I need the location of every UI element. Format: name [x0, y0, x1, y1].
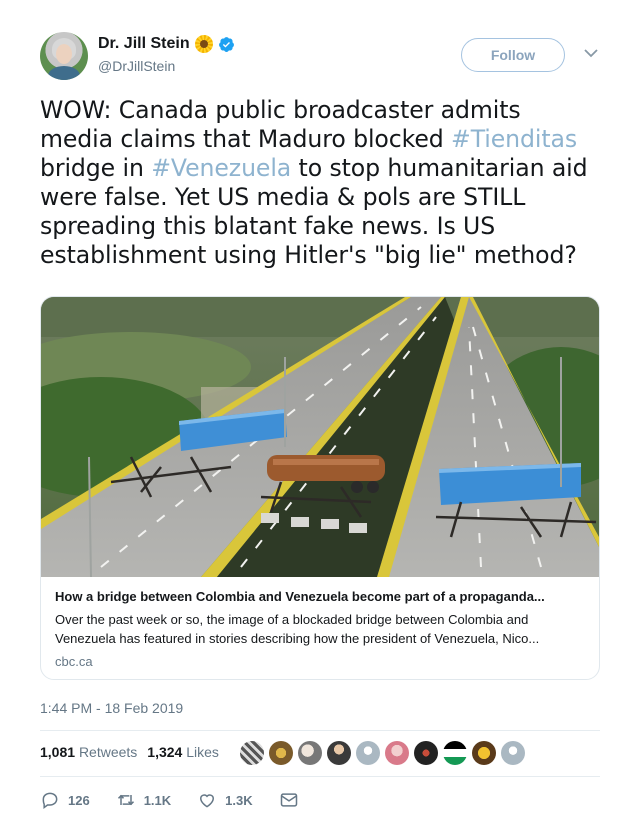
- verified-badge-icon: [218, 36, 234, 52]
- chevron-down-icon[interactable]: [584, 48, 598, 58]
- like-count: 1.3K: [225, 792, 253, 808]
- engagement-stats: 1,081 Retweets 1,324 Likes: [40, 744, 219, 760]
- liker-avatar[interactable]: [269, 741, 293, 765]
- like-action[interactable]: 1.3K: [197, 790, 253, 810]
- author-display-name[interactable]: Dr. Jill Stein: [98, 35, 190, 53]
- likes-count: 1,324: [147, 744, 183, 760]
- card-description: Over the past week or so, the image of a…: [55, 612, 540, 646]
- liker-avatar[interactable]: [472, 741, 496, 765]
- retweets-count: 1,081: [40, 744, 76, 760]
- liker-avatar[interactable]: [443, 741, 467, 765]
- retweet-action[interactable]: 1.1K: [116, 790, 171, 810]
- avatar-body: [48, 66, 80, 80]
- likes-stat[interactable]: 1,324 Likes: [147, 744, 219, 760]
- retweets-label: Retweets: [78, 744, 138, 760]
- liker-avatar[interactable]: [298, 741, 322, 765]
- card-image-bridge-photo[interactable]: [41, 297, 599, 577]
- card-title[interactable]: How a bridge between Colombia and Venezu…: [55, 589, 585, 604]
- tweet-text: WOW: Canada public broadcaster admits me…: [40, 96, 600, 270]
- timestamp[interactable]: 1:44 PM - 18 Feb 2019: [40, 700, 183, 716]
- heart-icon: [200, 794, 215, 808]
- hashtag-link[interactable]: #Venezuela: [151, 154, 291, 182]
- liker-avatar[interactable]: [385, 741, 409, 765]
- card-body: How a bridge between Colombia and Venezu…: [55, 589, 585, 669]
- retweet-icon: [117, 794, 134, 806]
- liker-avatars: [240, 741, 525, 765]
- action-bar: 126 1.1K 1.3K: [40, 790, 325, 810]
- liker-avatar[interactable]: [356, 741, 380, 765]
- direct-message-action[interactable]: [279, 790, 299, 810]
- retweets-stat[interactable]: 1,081 Retweets: [40, 744, 137, 760]
- avatar-face: [56, 44, 72, 64]
- divider: [40, 776, 600, 777]
- liker-avatar[interactable]: [501, 741, 525, 765]
- tweet-text-part: WOW: Canada public broadcaster admits me…: [40, 96, 521, 153]
- liker-avatar[interactable]: [414, 741, 438, 765]
- envelope-icon: [280, 793, 297, 807]
- reply-icon: [42, 792, 58, 809]
- card-domain: cbc.ca: [55, 654, 93, 669]
- hashtag-link[interactable]: #Tienditas: [451, 125, 577, 153]
- link-card[interactable]: How a bridge between Colombia and Venezu…: [40, 296, 600, 680]
- author-display-name-row[interactable]: Dr. Jill Stein: [98, 34, 235, 54]
- reply-action[interactable]: 126: [40, 790, 90, 810]
- tweet: Dr. Jill Stein @DrJillStein Follow WOW: …: [0, 0, 629, 832]
- avatar[interactable]: [40, 32, 88, 80]
- sunflower-icon: [194, 34, 214, 54]
- reply-count: 126: [68, 792, 90, 808]
- retweet-count: 1.1K: [143, 792, 172, 808]
- likes-label: Likes: [186, 744, 219, 760]
- divider: [40, 730, 600, 731]
- tweet-text-part: bridge in: [40, 154, 152, 182]
- liker-avatar[interactable]: [327, 741, 351, 765]
- follow-button[interactable]: Follow: [461, 38, 565, 72]
- author-handle[interactable]: @DrJillStein: [98, 58, 235, 74]
- liker-avatar[interactable]: [240, 741, 264, 765]
- author-names: Dr. Jill Stein @DrJillStein: [98, 34, 235, 74]
